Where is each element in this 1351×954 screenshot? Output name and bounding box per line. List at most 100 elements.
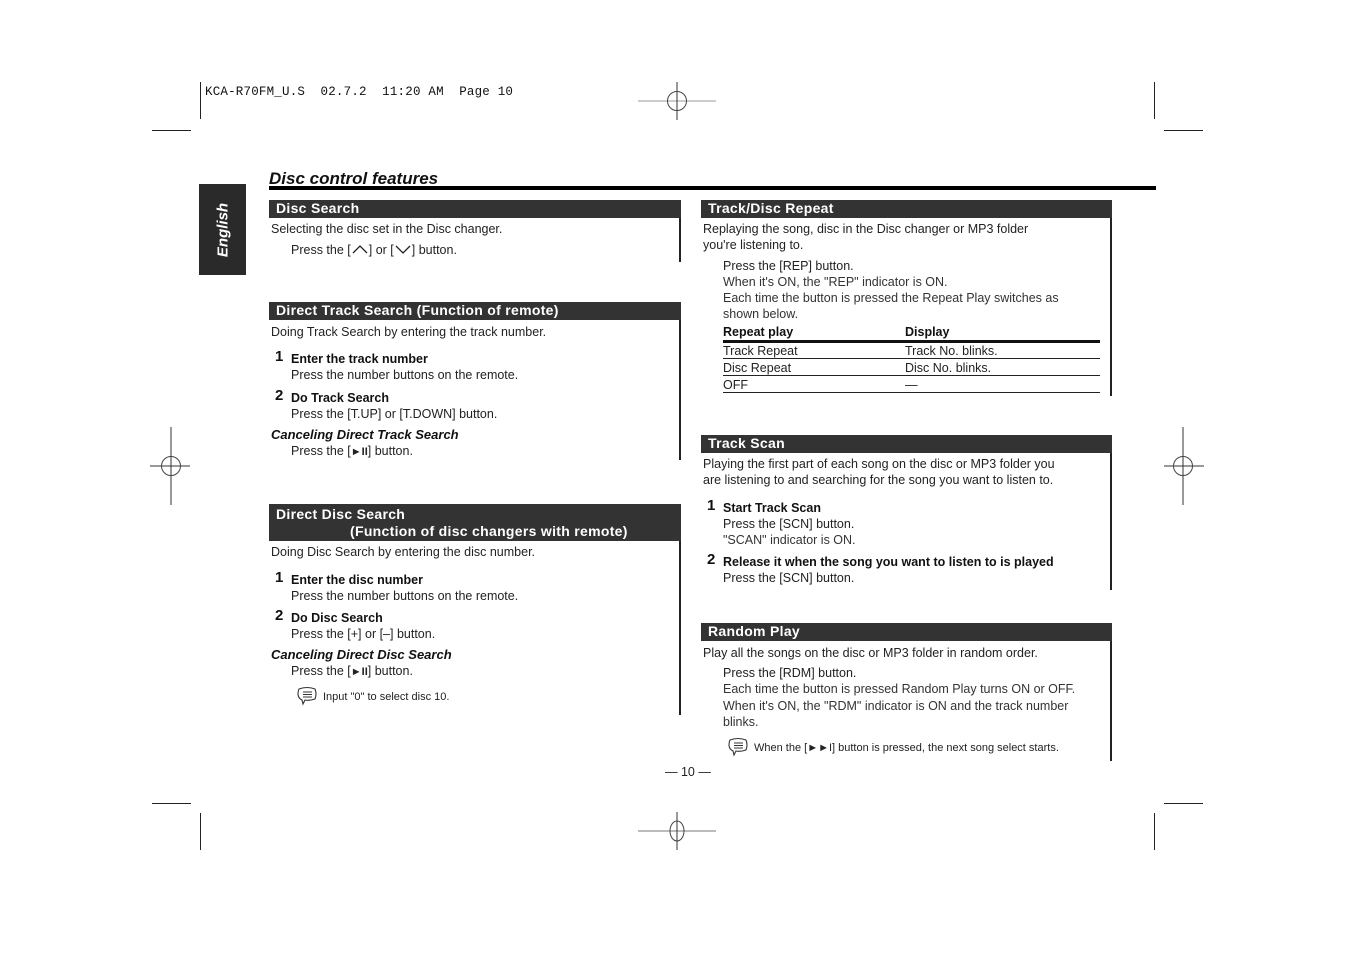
track-scan-intro-line2: are listening to and searching for the s…	[703, 473, 1054, 487]
section-header-direct-track-search: Direct Track Search (Function of remote)	[269, 302, 681, 320]
repeat-instruction: Press the [REP] button.	[723, 259, 854, 273]
table-cell: Track No. blinks.	[905, 344, 998, 358]
registration-mark-bottom	[638, 812, 716, 850]
text: ] button.	[411, 243, 457, 257]
crop-mark	[152, 130, 191, 131]
language-tab-label: English	[214, 202, 231, 257]
chevron-up-icon	[352, 245, 368, 254]
registration-mark-right	[1164, 427, 1204, 505]
table-header-repeat-play: Repeat play	[723, 325, 794, 339]
note-icon	[297, 686, 317, 706]
crop-mark	[152, 803, 191, 804]
slug-date: 02.7.2	[320, 85, 367, 99]
random-play-desc-line3: blinks.	[723, 715, 759, 729]
step-text: Press the [SCN] button.	[723, 517, 855, 531]
cancel-title: Canceling Direct Disc Search	[271, 647, 452, 662]
section-title-line2: (Function of disc changers with remote)	[350, 523, 628, 539]
random-play-instruction: Press the [RDM] button.	[723, 666, 857, 680]
crop-mark	[200, 813, 201, 850]
track-scan-intro-line1: Playing the first part of each song on t…	[703, 457, 1055, 471]
print-slug: KCA-R70FM_U.S 02.7.2 11:20 AM Page 10	[205, 85, 513, 99]
step-title: Do Track Search	[291, 391, 389, 405]
table-header-display: Display	[905, 325, 950, 339]
text: ] button.	[367, 664, 413, 678]
section-border	[1110, 218, 1112, 396]
title-rule	[269, 186, 1156, 190]
step-text: Press the [SCN] button.	[723, 571, 855, 585]
random-play-intro: Play all the songs on the disc or MP3 fo…	[703, 646, 1038, 660]
step-number: 2	[275, 387, 284, 404]
crop-mark	[200, 82, 201, 119]
chevron-down-icon	[395, 245, 411, 254]
crop-mark	[1154, 82, 1155, 119]
section-border	[679, 541, 681, 715]
section-border	[1110, 641, 1112, 761]
section-border	[679, 320, 681, 460]
table-cell: —	[905, 378, 918, 392]
direct-track-search-intro: Doing Track Search by entering the track…	[271, 325, 547, 339]
text: ] button.	[367, 444, 413, 458]
step-text: Press the number buttons on the remote.	[291, 368, 519, 382]
cancel-text: Press the [►II] button.	[291, 443, 413, 460]
step-title: Start Track Scan	[723, 501, 821, 515]
text: Press the [	[291, 243, 351, 257]
play-pause-icon: ►II	[350, 666, 368, 678]
section-border	[1110, 453, 1112, 590]
slug-file: KCA-R70FM_U.S	[205, 85, 306, 99]
random-play-desc-line1: Each time the button is pressed Random P…	[723, 682, 1076, 696]
slug-time: 11:20 AM	[382, 85, 444, 99]
direct-disc-search-intro: Doing Disc Search by entering the disc n…	[271, 545, 536, 559]
section-header-direct-disc-search: Direct Disc Search (Function of disc cha…	[269, 504, 681, 541]
slug-page: Page 10	[459, 85, 514, 99]
step-number: 2	[707, 551, 716, 568]
section-header-disc-search: Disc Search	[269, 200, 681, 218]
language-tab: English	[199, 184, 246, 275]
registration-mark-left	[150, 427, 190, 505]
section-border	[679, 218, 681, 262]
table-cell: Disc Repeat	[723, 361, 792, 375]
step-number: 2	[275, 607, 284, 624]
table-cell: OFF	[723, 378, 748, 392]
text: Press the [	[291, 444, 351, 458]
step-number: 1	[275, 348, 284, 365]
section-title-line1: Direct Disc Search	[276, 506, 406, 522]
step-number: 1	[275, 569, 284, 586]
page-number: — 10 —	[665, 765, 711, 779]
section-header-random-play: Random Play	[701, 623, 1112, 641]
step-title: Enter the track number	[291, 352, 428, 366]
table-row-rule	[723, 392, 1100, 393]
step-title: Enter the disc number	[291, 573, 423, 587]
disc-search-instruction: Press the [ ] or [ ] button.	[291, 242, 457, 258]
text: Press the [	[291, 664, 351, 678]
table-cell: Track Repeat	[723, 344, 798, 358]
table-cell: Disc No. blinks.	[905, 361, 992, 375]
table-row-rule	[723, 375, 1100, 376]
step-title: Do Disc Search	[291, 611, 383, 625]
text: ] or [	[368, 243, 394, 257]
disc-search-intro: Selecting the disc set in the Disc chang…	[271, 222, 503, 236]
repeat-intro-line2: you're listening to.	[703, 238, 804, 252]
cancel-text: Press the [►II] button.	[291, 663, 413, 680]
step-number: 1	[707, 497, 716, 514]
table-row-rule	[723, 358, 1100, 359]
play-pause-icon: ►II	[350, 446, 368, 458]
crop-mark	[1154, 813, 1155, 850]
step-text: Press the [T.UP] or [T.DOWN] button.	[291, 407, 498, 421]
random-play-desc-line2: When it's ON, the "RDM" indicator is ON …	[723, 699, 1069, 713]
registration-mark-top	[638, 82, 716, 120]
repeat-desc-line2: Each time the button is pressed the Repe…	[723, 291, 1059, 305]
step-title: Release it when the song you want to lis…	[723, 555, 1054, 569]
cancel-title: Canceling Direct Track Search	[271, 427, 459, 442]
repeat-intro-line1: Replaying the song, disc in the Disc cha…	[703, 222, 1029, 236]
step-text: Press the [+] or [–] button.	[291, 627, 436, 641]
step-subtext: "SCAN" indicator is ON.	[723, 533, 856, 547]
crop-mark	[1164, 803, 1203, 804]
section-header-track-disc-repeat: Track/Disc Repeat	[701, 200, 1112, 218]
note-text: Input "0" to select disc 10.	[323, 691, 450, 703]
repeat-desc-line1: When it's ON, the "REP" indicator is ON.	[723, 275, 948, 289]
repeat-desc-line3: shown below.	[723, 307, 799, 321]
note-text: When the [►►I] button is pressed, the ne…	[754, 742, 1059, 754]
section-header-track-scan: Track Scan	[701, 435, 1112, 453]
note-icon	[728, 737, 748, 757]
step-text: Press the number buttons on the remote.	[291, 589, 519, 603]
